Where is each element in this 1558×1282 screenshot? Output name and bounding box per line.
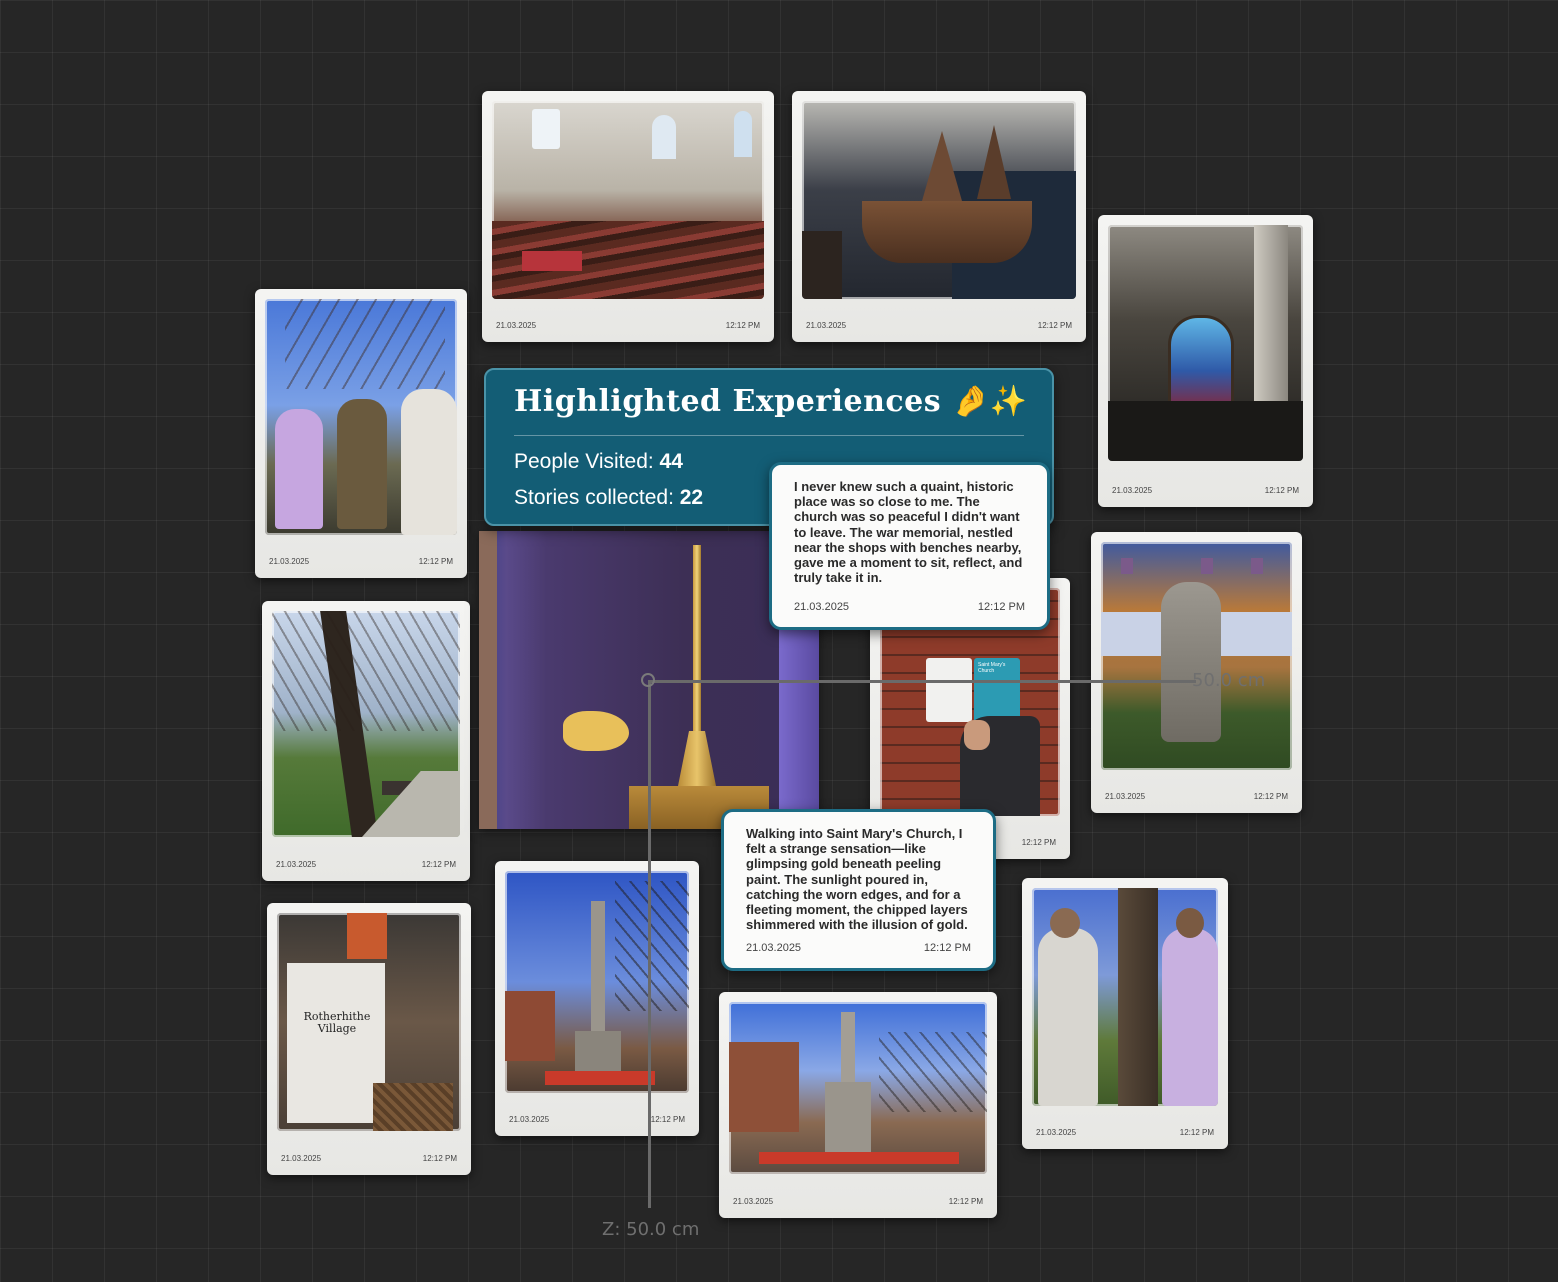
note-time: 12:12 PM	[977, 601, 1025, 613]
stories-collected-label: Stories collected:	[514, 486, 680, 509]
card-date: 21.03.2025	[1036, 1127, 1077, 1137]
panel-title: Highlighted Experiences 🤌✨	[514, 384, 1028, 419]
tea-towel-caption: Rotherhithe Village	[303, 1010, 371, 1035]
photo-card-memorial-street[interactable]: 21.03.2025 12:12 PM	[719, 992, 997, 1218]
card-time: 12:12 PM	[948, 1196, 983, 1206]
note-time: 12:12 PM	[923, 942, 971, 954]
card-date: 21.03.2025	[1112, 485, 1153, 495]
card-date: 21.03.2025	[269, 556, 310, 566]
note-text: Walking into Saint Mary's Church, I felt…	[746, 826, 968, 933]
park-tree-photo	[272, 611, 460, 837]
photo-card-park-tree[interactable]: 21.03.2025 12:12 PM	[262, 601, 470, 881]
info-card-title: Saint Mary's Church	[978, 662, 1006, 674]
church-interior-photo	[492, 101, 764, 299]
card-date: 21.03.2025	[496, 320, 537, 330]
photo-card-stained-glass[interactable]: 21.03.2025 12:12 PM	[1098, 215, 1313, 507]
statue-garden-photo	[1101, 542, 1292, 770]
card-date: 21.03.2025	[733, 1196, 774, 1206]
card-time: 12:12 PM	[421, 859, 456, 869]
photo-card-two-people[interactable]: 21.03.2025 12:12 PM	[1022, 878, 1228, 1149]
stained-glass-photo	[1108, 225, 1303, 461]
story-note-1[interactable]: I never knew such a quaint, historic pla…	[769, 462, 1050, 630]
note-text: I never knew such a quaint, historic pla…	[794, 479, 1023, 586]
people-visited-label: People Visited:	[514, 450, 660, 473]
card-time: 12:12 PM	[1253, 791, 1288, 801]
group-reading-photo	[265, 299, 457, 535]
story-note-2[interactable]: Walking into Saint Mary's Church, I felt…	[721, 809, 996, 971]
photo-card-tea-towel[interactable]: Rotherhithe Village 21.03.2025 12:12 PM	[267, 903, 471, 1175]
ship-model-photo	[802, 101, 1076, 299]
photo-card-memorial-column[interactable]: 21.03.2025 12:12 PM	[495, 861, 699, 1136]
card-time: 12:12 PM	[1264, 485, 1299, 495]
note-date: 21.03.2025	[794, 601, 850, 613]
card-date: 21.03.2025	[1105, 791, 1146, 801]
card-time: 12:12 PM	[1179, 1127, 1214, 1137]
memorial-column-photo	[505, 871, 689, 1093]
memorial-street-photo	[729, 1002, 987, 1174]
photo-card-church-interior[interactable]: 21.03.2025 12:12 PM	[482, 91, 774, 342]
z-distance-readout: Z: 50.0 cm	[602, 1219, 700, 1240]
x-axis-guide[interactable]	[648, 680, 1196, 683]
guide-origin-handle[interactable]	[641, 673, 655, 687]
card-time: 12:12 PM	[422, 1153, 457, 1163]
stories-collected-value: 22	[679, 486, 704, 509]
card-time: 12:12 PM	[418, 556, 453, 566]
card-time: 12:12 PM	[1021, 837, 1056, 847]
panel-divider	[514, 435, 1024, 436]
two-people-photo	[1032, 888, 1218, 1106]
card-time: 12:12 PM	[650, 1114, 685, 1124]
card-date: 21.03.2025	[509, 1114, 550, 1124]
photo-card-ship-model[interactable]: 21.03.2025 12:12 PM	[792, 91, 1086, 342]
card-date: 21.03.2025	[281, 1153, 322, 1163]
card-time: 12:12 PM	[1037, 320, 1072, 330]
z-axis-guide[interactable]	[648, 680, 651, 1208]
people-visited-value: 44	[659, 450, 683, 473]
tea-towel-photo: Rotherhithe Village	[277, 913, 461, 1131]
card-date: 21.03.2025	[806, 320, 847, 330]
tea-towel-text: Rotherhithe Village	[295, 1011, 379, 1035]
x-distance-readout: 50.0 cm	[1192, 670, 1266, 691]
card-time: 12:12 PM	[725, 320, 760, 330]
photo-card-group-reading[interactable]: 21.03.2025 12:12 PM	[255, 289, 467, 578]
note-date: 21.03.2025	[746, 942, 802, 954]
card-date: 21.03.2025	[276, 859, 317, 869]
info-card: Saint Mary's Church	[974, 658, 1020, 722]
